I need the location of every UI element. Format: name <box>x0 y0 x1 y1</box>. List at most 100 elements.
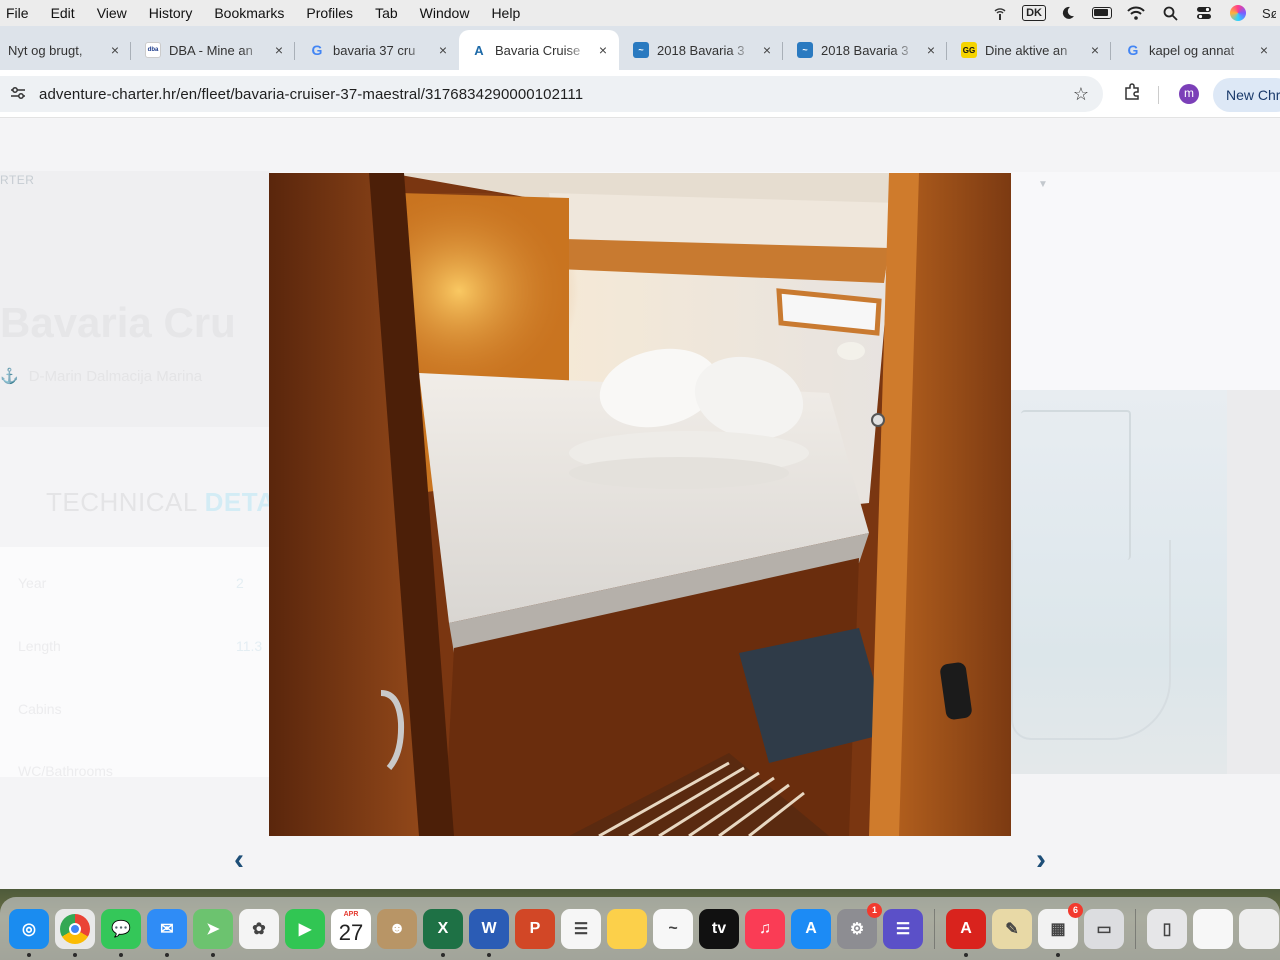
dock-app-excel[interactable]: X <box>423 908 463 957</box>
acrobat-icon: A <box>960 919 972 937</box>
keyboard-layout-icon[interactable]: DK <box>1022 5 1046 21</box>
close-icon[interactable]: × <box>107 42 123 58</box>
gulgratis-favicon-icon: GG <box>961 42 977 58</box>
menu-edit[interactable]: Edit <box>40 5 86 21</box>
tab-2018-bavaria-2[interactable]: ~ 2018 Bavaria 3 × <box>783 30 947 70</box>
spotlight-search-icon[interactable] <box>1160 5 1180 21</box>
battery-icon[interactable] <box>1092 5 1112 21</box>
heading-accent: DETA <box>204 487 276 517</box>
spec-label: Length <box>18 638 61 654</box>
address-bar[interactable]: adventure-charter.hr/en/fleet/bavaria-cr… <box>0 76 1103 112</box>
dock-app-messages[interactable]: 💬 <box>101 908 141 957</box>
tab-kapel-og-annat[interactable]: G kapel og annat × <box>1111 30 1280 70</box>
menu-help[interactable]: Help <box>480 5 531 21</box>
dock-app-powerpoint[interactable]: P <box>515 908 555 949</box>
dock-app-maps[interactable]: ➤ <box>193 908 233 957</box>
tab-2018-bavaria-1[interactable]: ~ 2018 Bavaria 3 × <box>619 30 783 70</box>
close-icon[interactable]: × <box>271 42 287 58</box>
close-icon[interactable]: × <box>1256 42 1272 58</box>
close-icon[interactable]: × <box>759 42 775 58</box>
dock-app-music[interactable]: ♫ <box>745 908 785 949</box>
tab-title: Nyt og brugt, <box>8 42 90 58</box>
safari-icon: ◎ <box>22 920 36 938</box>
menu-file[interactable]: File <box>0 5 40 21</box>
system-settings-icon: ⚙ <box>849 920 865 938</box>
word-icon: W <box>481 919 497 937</box>
calendar-day: 27 <box>338 919 364 945</box>
close-icon[interactable]: × <box>435 42 451 58</box>
dock-app-system-settings[interactable]: ⚙ 1 <box>837 902 882 949</box>
dock-app-downloads[interactable] <box>1193 908 1233 949</box>
tab-dine-aktive[interactable]: GG Dine aktive an × <box>947 30 1111 70</box>
menu-history[interactable]: History <box>138 5 204 21</box>
previous-photo-arrow-icon[interactable]: ‹ <box>227 845 251 879</box>
extensions-puzzle-icon[interactable] <box>1121 83 1143 105</box>
dock-app-apple-tv[interactable]: tv <box>699 908 739 949</box>
photo-gallery-edge <box>1227 390 1280 774</box>
dock-app-freeform[interactable]: ~ <box>653 908 693 949</box>
dock-app-teams[interactable]: ☰ <box>883 908 923 949</box>
microsoft-store-icon: ▦ <box>1050 920 1066 938</box>
dock-app-microsoft-store[interactable]: ▦ 6 <box>1038 902 1083 957</box>
menu-bookmarks[interactable]: Bookmarks <box>203 5 295 21</box>
dock-app-contacts[interactable]: ☻ <box>377 908 417 949</box>
control-center-icon[interactable] <box>1194 5 1214 21</box>
siri-icon[interactable] <box>1228 5 1248 21</box>
close-icon[interactable]: × <box>595 42 611 58</box>
dock-app-acrobat[interactable]: A <box>946 908 986 957</box>
new-chrome-available-button[interactable]: New Chr <box>1213 78 1280 112</box>
excel-icon: X <box>437 919 449 937</box>
close-icon[interactable]: × <box>923 42 939 58</box>
dock-app-phone-mirror[interactable]: ▯ <box>1147 908 1187 949</box>
messages-icon: 💬 <box>111 920 131 938</box>
boat-exterior-photo <box>1011 390 1227 774</box>
menu-window[interactable]: Window <box>409 5 481 21</box>
tab-title: 2018 Bavaria 3 <box>821 42 909 58</box>
dock-app-reminders[interactable]: ☰ <box>561 908 601 949</box>
url-text[interactable]: adventure-charter.hr/en/fleet/bavaria-cr… <box>39 86 583 103</box>
spec-label: WC/Bathrooms <box>18 763 113 779</box>
next-photo-arrow-icon[interactable]: › <box>1029 845 1053 879</box>
notification-badge: 1 <box>867 902 882 918</box>
dock-app-photos[interactable]: ✿ <box>239 908 279 949</box>
site-settings-icon[interactable] <box>8 86 28 103</box>
dock-app-word[interactable]: W <box>469 908 509 957</box>
bookmark-star-icon[interactable]: ☆ <box>1073 84 1089 105</box>
heading-plain: TECHNICAL <box>46 487 205 517</box>
dock-app-facetime[interactable]: ▶ <box>285 908 325 949</box>
dock-app-screen-sharing[interactable]: ▭ <box>1084 908 1124 949</box>
profile-avatar[interactable]: m <box>1179 84 1199 104</box>
dock-app-notes[interactable] <box>607 908 647 949</box>
anchor-icon: ⚓ <box>0 368 19 385</box>
spec-value: 2 <box>236 575 244 591</box>
photos-icon: ✿ <box>252 920 266 938</box>
spec-row-wc: WC/Bathrooms <box>18 763 268 779</box>
status-menus: DK Sø <box>990 0 1280 26</box>
dock: ◎ 💬 ✉ ➤ ✿ ▶ APR 27 ☻ X W P ☰ ~ tv ♫ A ⚙ 1 ☰ A ✎ ▦ 6 ▭ ▯ <box>0 897 1280 960</box>
wifi-icon[interactable] <box>1126 5 1146 21</box>
airdrop-signal-icon[interactable] <box>990 5 1010 21</box>
tab-google-search-bavaria[interactable]: G bavaria 37 cru × <box>295 30 459 70</box>
dock-app-safari[interactable]: ◎ <box>9 908 49 957</box>
focus-moon-icon[interactable] <box>1058 5 1078 21</box>
menu-bar-clock[interactable]: Sø <box>1262 5 1276 21</box>
google-favicon-icon: G <box>1127 42 1139 58</box>
menu-tab[interactable]: Tab <box>364 5 409 21</box>
dock-app-app-store[interactable]: A <box>791 908 831 949</box>
spec-label: Cabins <box>18 701 62 717</box>
technical-details-heading: TECHNICAL DETA <box>46 487 275 518</box>
dock-app-chrome[interactable] <box>55 908 95 957</box>
close-icon[interactable]: × <box>1087 42 1103 58</box>
tab-title: 2018 Bavaria 3 <box>657 42 745 58</box>
tab-dba[interactable]: dba DBA - Mine an × <box>131 30 295 70</box>
menu-view[interactable]: View <box>86 5 138 21</box>
dock-app-documents[interactable] <box>1239 908 1279 949</box>
dock-app-mail[interactable]: ✉ <box>147 908 187 957</box>
maps-icon: ➤ <box>206 920 220 938</box>
dock-app-calendar[interactable]: APR 27 <box>331 908 371 949</box>
tab-nyt-og-brugt[interactable]: Nyt og brugt, × <box>0 30 131 70</box>
notification-badge: 6 <box>1068 902 1083 918</box>
tab-bavaria-cruiser-active[interactable]: A Bavaria Cruise × <box>459 30 619 70</box>
menu-profiles[interactable]: Profiles <box>295 5 364 21</box>
dock-app-preview[interactable]: ✎ <box>992 908 1032 949</box>
